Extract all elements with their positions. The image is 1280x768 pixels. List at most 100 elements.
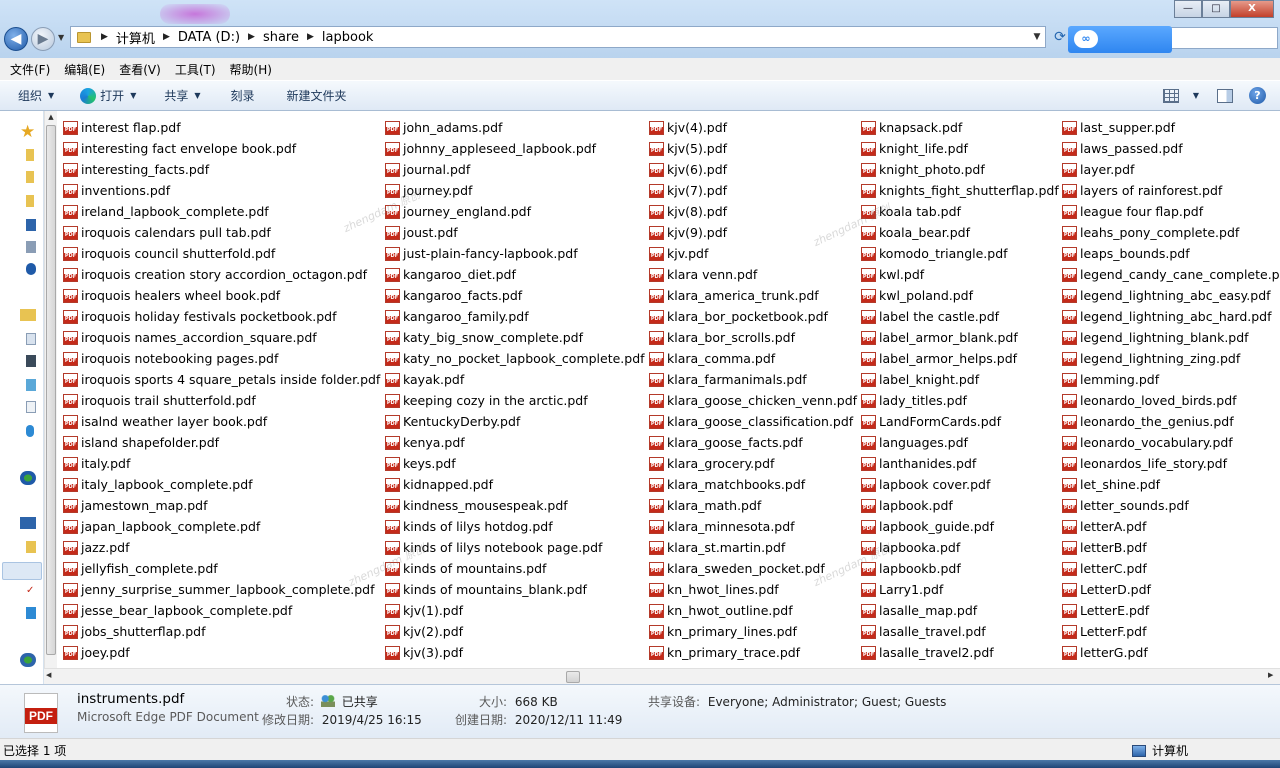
- chevron-right-icon[interactable]: ▶: [244, 32, 259, 42]
- file-item[interactable]: iroquois trail shutterfold.pdf: [63, 390, 380, 411]
- file-item[interactable]: kjv(6).pdf: [649, 159, 857, 180]
- share-button[interactable]: 共享 ▼: [154, 84, 210, 108]
- file-item[interactable]: kinds of lilys hotdog.pdf: [385, 516, 645, 537]
- breadcrumb-computer[interactable]: 计算机: [112, 28, 159, 47]
- menu-view[interactable]: 查看(V): [113, 61, 167, 78]
- address-dropdown-icon[interactable]: ▼: [1029, 32, 1045, 42]
- new-folder-button[interactable]: 新建文件夹: [277, 84, 357, 108]
- file-item[interactable]: kangaroo_facts.pdf: [385, 285, 645, 306]
- file-item[interactable]: kenya.pdf: [385, 432, 645, 453]
- file-item[interactable]: kn_primary_lines.pdf: [649, 621, 857, 642]
- file-item[interactable]: jellyfish_complete.pdf: [63, 558, 380, 579]
- drive-icon[interactable]: ✓: [26, 585, 36, 597]
- file-item[interactable]: klara_farmanimals.pdf: [649, 369, 857, 390]
- file-item[interactable]: iroquois notebooking pages.pdf: [63, 348, 380, 369]
- file-item[interactable]: klara_sweden_pocket.pdf: [649, 558, 857, 579]
- file-item[interactable]: laws_passed.pdf: [1062, 138, 1280, 159]
- maximize-button[interactable]: □: [1202, 0, 1230, 18]
- network-icon[interactable]: [20, 653, 36, 667]
- music-icon[interactable]: [26, 425, 34, 437]
- file-item[interactable]: keeping cozy in the arctic.pdf: [385, 390, 645, 411]
- file-item[interactable]: ireland_lapbook_complete.pdf: [63, 201, 380, 222]
- file-item[interactable]: kangaroo_family.pdf: [385, 306, 645, 327]
- view-options-icon[interactable]: [1162, 88, 1179, 103]
- file-item[interactable]: leahs_pony_complete.pdf: [1062, 222, 1280, 243]
- file-item[interactable]: katy_big_snow_complete.pdf: [385, 327, 645, 348]
- file-item[interactable]: jesse_bear_lapbook_complete.pdf: [63, 600, 380, 621]
- file-item[interactable]: knights_fight_shutterflap.pdf: [861, 180, 1059, 201]
- file-item[interactable]: lapbook cover.pdf: [861, 474, 1059, 495]
- file-item[interactable]: iroquois council shutterfold.pdf: [63, 243, 380, 264]
- file-item[interactable]: jamestown_map.pdf: [63, 495, 380, 516]
- file-item[interactable]: lemming.pdf: [1062, 369, 1280, 390]
- help-icon[interactable]: ?: [1249, 87, 1266, 104]
- file-item[interactable]: LetterD.pdf: [1062, 579, 1280, 600]
- chevron-down-icon[interactable]: ▼: [1193, 91, 1199, 100]
- file-item[interactable]: lapbooka.pdf: [861, 537, 1059, 558]
- organize-button[interactable]: 组织 ▼: [0, 84, 64, 108]
- address-bar[interactable]: ▶ 计算机 ▶ DATA (D:) ▶ share ▶ lapbook ▼: [70, 26, 1046, 48]
- file-item[interactable]: kjv(5).pdf: [649, 138, 857, 159]
- file-item[interactable]: label_knight.pdf: [861, 369, 1059, 390]
- file-item[interactable]: letterA.pdf: [1062, 516, 1280, 537]
- cloud-icon[interactable]: [26, 263, 36, 275]
- file-item[interactable]: KentuckyDerby.pdf: [385, 411, 645, 432]
- file-item[interactable]: komodo_triangle.pdf: [861, 243, 1059, 264]
- file-item[interactable]: klara_st.martin.pdf: [649, 537, 857, 558]
- selected-drive-item[interactable]: [2, 562, 42, 580]
- file-item[interactable]: legend_lightning_abc_hard.pdf: [1062, 306, 1280, 327]
- file-item[interactable]: klara_matchbooks.pdf: [649, 474, 857, 495]
- file-item[interactable]: japan_lapbook_complete.pdf: [63, 516, 380, 537]
- close-button[interactable]: X: [1230, 0, 1274, 18]
- document-icon[interactable]: [26, 401, 36, 413]
- file-item[interactable]: lanthanides.pdf: [861, 453, 1059, 474]
- file-item[interactable]: journey.pdf: [385, 180, 645, 201]
- file-item[interactable]: league four flap.pdf: [1062, 201, 1280, 222]
- file-item[interactable]: inventions.pdf: [63, 180, 380, 201]
- file-item[interactable]: klara_goose_chicken_venn.pdf: [649, 390, 857, 411]
- file-item[interactable]: iroquois calendars pull tab.pdf: [63, 222, 380, 243]
- file-item[interactable]: klara_grocery.pdf: [649, 453, 857, 474]
- file-item[interactable]: kjv(4).pdf: [649, 117, 857, 138]
- file-item[interactable]: leonardo_loved_birds.pdf: [1062, 390, 1280, 411]
- file-item[interactable]: katy_no_pocket_lapbook_complete.pdf: [385, 348, 645, 369]
- file-item[interactable]: label_armor_blank.pdf: [861, 327, 1059, 348]
- breadcrumb-drive[interactable]: DATA (D:): [174, 30, 244, 45]
- file-item[interactable]: john_adams.pdf: [385, 117, 645, 138]
- document-icon[interactable]: [26, 333, 36, 345]
- network-icon[interactable]: [26, 241, 36, 253]
- file-item[interactable]: klara_comma.pdf: [649, 348, 857, 369]
- file-item[interactable]: let_shine.pdf: [1062, 474, 1280, 495]
- file-item[interactable]: iroquois healers wheel book.pdf: [63, 285, 380, 306]
- file-item[interactable]: iroquois names_accordion_square.pdf: [63, 327, 380, 348]
- file-item[interactable]: kjv(1).pdf: [385, 600, 645, 621]
- breadcrumb-share[interactable]: share: [259, 30, 303, 45]
- file-item[interactable]: interest flap.pdf: [63, 117, 380, 138]
- file-item[interactable]: joust.pdf: [385, 222, 645, 243]
- breadcrumb-lapbook[interactable]: lapbook: [318, 30, 378, 45]
- file-item[interactable]: joey.pdf: [63, 642, 380, 663]
- file-item[interactable]: kinds of lilys notebook page.pdf: [385, 537, 645, 558]
- file-item[interactable]: koala tab.pdf: [861, 201, 1059, 222]
- file-item[interactable]: Larry1.pdf: [861, 579, 1059, 600]
- file-item[interactable]: klara_bor_scrolls.pdf: [649, 327, 857, 348]
- file-item[interactable]: klara_goose_facts.pdf: [649, 432, 857, 453]
- file-item[interactable]: kjv.pdf: [649, 243, 857, 264]
- file-item[interactable]: lasalle_travel2.pdf: [861, 642, 1059, 663]
- file-item[interactable]: island shapefolder.pdf: [63, 432, 380, 453]
- file-item[interactable]: italy_lapbook_complete.pdf: [63, 474, 380, 495]
- file-item[interactable]: lady_titles.pdf: [861, 390, 1059, 411]
- burn-button[interactable]: 刻录: [221, 84, 265, 108]
- file-item[interactable]: leonardo_vocabulary.pdf: [1062, 432, 1280, 453]
- file-item[interactable]: journey_england.pdf: [385, 201, 645, 222]
- file-item[interactable]: klara venn.pdf: [649, 264, 857, 285]
- file-item[interactable]: italy.pdf: [63, 453, 380, 474]
- file-item[interactable]: keys.pdf: [385, 453, 645, 474]
- forward-button[interactable]: ▶: [31, 27, 55, 51]
- scroll-right-icon[interactable]: ▶: [1268, 671, 1273, 679]
- drive-icon[interactable]: [26, 541, 36, 553]
- file-item[interactable]: layers of rainforest.pdf: [1062, 180, 1280, 201]
- file-item[interactable]: letter_sounds.pdf: [1062, 495, 1280, 516]
- folder-icon[interactable]: [26, 149, 34, 161]
- file-item[interactable]: knight_photo.pdf: [861, 159, 1059, 180]
